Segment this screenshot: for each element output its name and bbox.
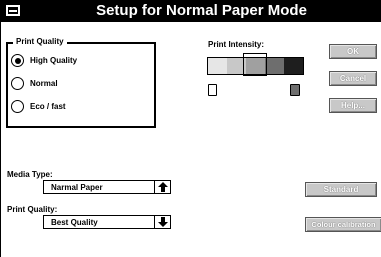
print-quality-group-label: Print Quality — [13, 36, 67, 48]
intensity-swatch-1[interactable] — [208, 58, 227, 74]
radio-normal[interactable]: Normal — [11, 77, 58, 90]
print-intensity-label: Print Intensity: — [208, 40, 265, 49]
dark-intensity-icon — [290, 84, 300, 96]
intensity-swatch-4[interactable] — [265, 58, 284, 74]
print-quality-dropdown[interactable]: Best Quality — [43, 215, 171, 229]
print-quality-group: Print Quality High Quality Normal Eco / … — [6, 36, 156, 128]
standard-button[interactable]: Standard — [305, 182, 377, 197]
printer-setup-dialog: Setup for Normal Paper Mode Print Qualit… — [0, 0, 381, 257]
cancel-button[interactable]: Cancel — [329, 71, 377, 86]
print-quality-select-label: Print Quality: — [7, 205, 58, 214]
ok-button[interactable]: OK — [329, 44, 377, 59]
radio-eco-fast[interactable]: Eco / fast — [11, 100, 66, 113]
intensity-swatch-5[interactable] — [284, 58, 303, 74]
arrow-down-icon[interactable] — [154, 216, 170, 228]
radio-normal-label: Normal — [30, 79, 58, 88]
radio-eco-fast-label: Eco / fast — [30, 102, 66, 111]
system-menu-icon[interactable] — [6, 5, 20, 16]
radio-checked-icon[interactable] — [11, 54, 24, 67]
help-button[interactable]: Help... — [329, 98, 377, 113]
media-type-label: Media Type: — [7, 170, 53, 179]
radio-high-quality[interactable]: High Quality — [11, 54, 77, 67]
media-type-value: Narmal Paper — [51, 183, 103, 192]
light-intensity-icon — [208, 84, 217, 96]
title-bar: Setup for Normal Paper Mode — [1, 0, 381, 22]
radio-unchecked-icon[interactable] — [11, 100, 24, 113]
window-title: Setup for Normal Paper Mode — [96, 2, 307, 19]
arrow-up-icon[interactable] — [154, 181, 170, 193]
intensity-selection-frame — [243, 53, 267, 76]
colour-calibration-button[interactable]: Colour calibration — [305, 217, 381, 232]
print-quality-value: Best Quality — [51, 218, 98, 227]
radio-high-quality-label: High Quality — [30, 56, 78, 65]
radio-unchecked-icon[interactable] — [11, 77, 24, 90]
media-type-dropdown[interactable]: Narmal Paper — [43, 180, 171, 194]
